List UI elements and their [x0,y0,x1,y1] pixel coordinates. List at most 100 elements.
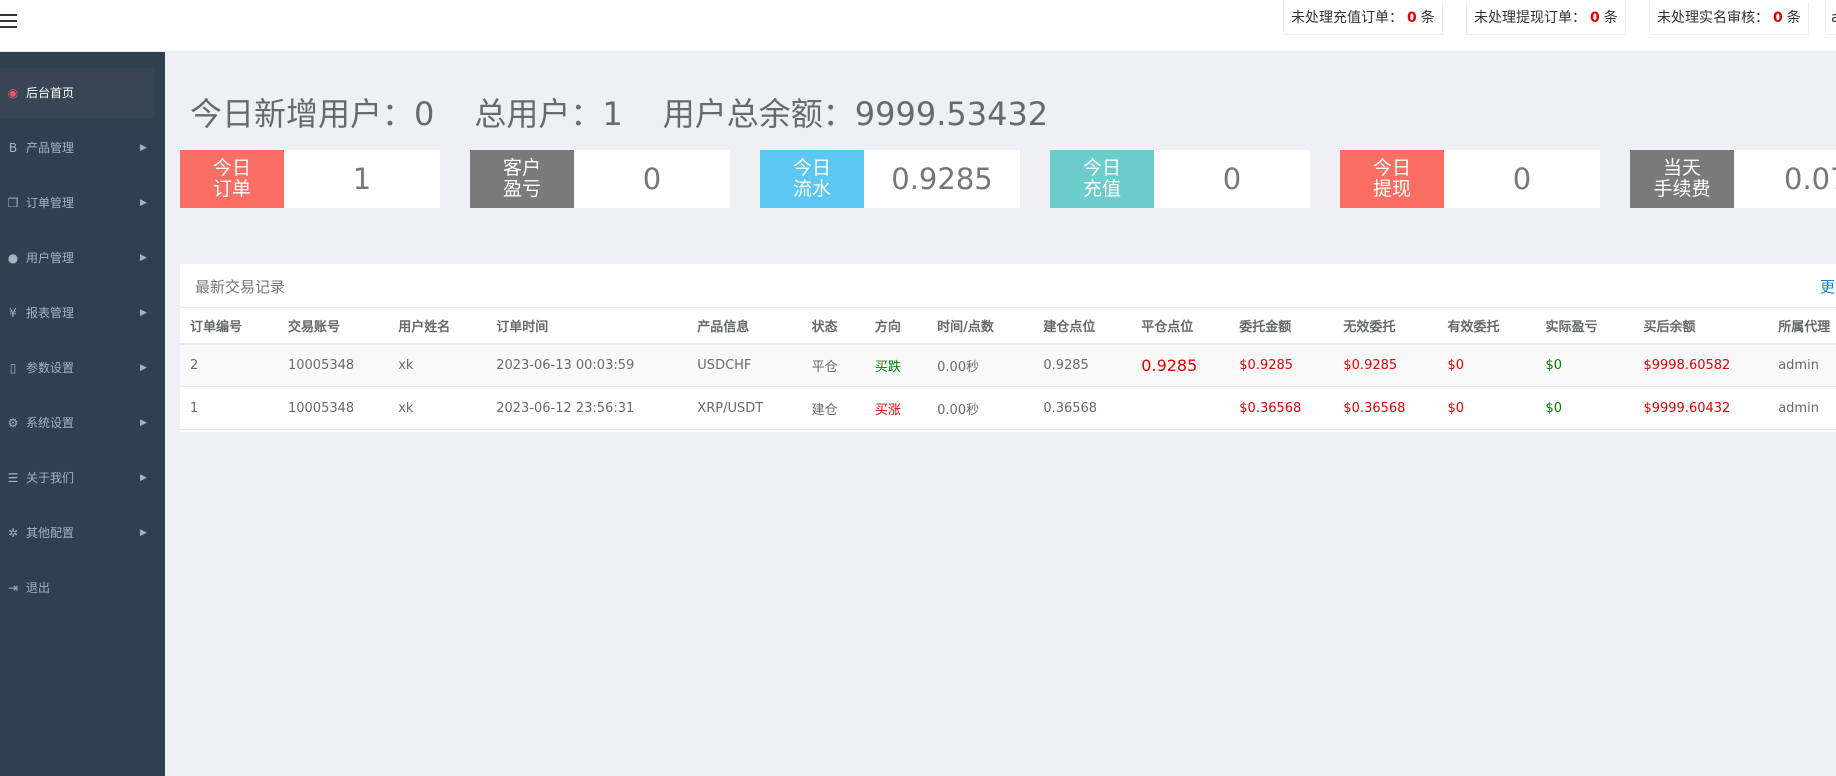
pending-verification-notice[interactable]: 未处理实名审核： 0 条 [1649,2,1809,35]
pending-recharge-notice[interactable]: 未处理充值订单： 0 条 [1283,2,1443,35]
user-summary: 今日新增用户：0 总用户：1 用户总余额：9999.53432 [190,92,1088,136]
new-users-today: 今日新增用户：0 [190,95,435,133]
order-time-cell: 2023-06-12 23:56:31 [486,386,688,430]
order-amount-cell: $0.36568 [1229,386,1334,430]
status-cell: 平仓 [801,343,865,387]
notice-unit: 条 [1603,10,1618,26]
sign-out-icon: ⇥ [7,581,19,595]
sidebar-item-products[interactable]: B 产品管理 ▶ [0,123,165,173]
sidebar-item-users[interactable]: ● 用户管理 ▶ [0,233,165,283]
product-cell: USDCHF [687,343,802,387]
sidebar-item-label: 关于我们 [26,471,75,485]
notice-label: 未处理实名审核： [1657,10,1769,26]
duration-cell: 0.00秒 [927,386,1034,430]
agent-cell: admin [1768,343,1836,387]
sidebar-item-label: 订单管理 [26,196,75,210]
stat-value: 0 [642,162,662,196]
column-header: 状态 [801,307,865,345]
copy-icon: ❐ [7,196,19,210]
column-header: 方向 [864,307,928,345]
order-id-cell: 2 [180,343,278,387]
status-cell: 建仓 [801,386,865,430]
caret-right-icon: ▶ [140,198,147,208]
stat-tag: 今日 充值 [1050,150,1154,208]
notice-label: 未处理提现订单： [1474,10,1586,26]
invalid-amount-cell: $0.9285 [1333,343,1438,387]
column-header: 交易账号 [277,307,389,345]
stat-card-today-fee: 当天手续费 0.07 [1630,150,1836,208]
stat-label: 当天 [1662,157,1701,179]
caret-right-icon: ▶ [140,528,147,538]
sidebar-item-parameters[interactable]: ▯ 参数设置 ▶ [0,343,165,393]
balance-after-cell: $9999.60432 [1633,386,1769,430]
column-header: 无效委托 [1333,307,1438,345]
table-row: 1 10005348 xk 2023-06-12 23:56:31 XRP/US… [180,386,1836,430]
column-header: 建仓点位 [1033,307,1132,345]
table-row: 2 10005348 xk 2023-06-13 00:03:59 USDCHF… [180,343,1836,387]
transactions-table: 订单编号 交易账号 用户姓名 订单时间 产品信息 状态 方向 时间/点数 建仓点… [180,307,1836,430]
stat-card-today-turnover: 今日 流水 0.9285 [760,150,1020,208]
order-time-cell: 2023-06-13 00:03:59 [486,343,688,387]
admin-user-menu[interactable]: a [1825,2,1836,35]
more-link[interactable]: 更 [1820,276,1835,297]
sidebar-item-label: 参数设置 [26,361,75,375]
pending-withdraw-notice[interactable]: 未处理提现订单： 0 条 [1466,2,1626,35]
admin-label: a [1831,10,1836,26]
notice-unit: 条 [1420,10,1435,26]
valid-amount-cell: $0 [1437,386,1536,430]
column-header: 产品信息 [687,307,802,345]
sidebar-item-label: 产品管理 [26,141,75,155]
stat-card-today-recharge: 今日 充值 0 [1050,150,1310,208]
direction-cell: 买涨 [864,386,928,430]
caret-right-icon: ▶ [140,418,147,428]
account-cell: 10005348 [277,343,389,387]
panel-title: 最新交易记录 [195,278,286,296]
sidebar-item-system[interactable]: ⚙ 系统设置 ▶ [0,398,165,448]
sidebar-item-label: 后台首页 [26,86,75,100]
profit-cell: $0 [1535,386,1634,430]
close-price-cell [1131,386,1230,430]
sidebar-item-logout[interactable]: ⇥ 退出 [0,563,165,613]
close-price-cell: 0.9285 [1131,343,1230,387]
cogs-icon: ⚙ [7,416,19,430]
file-icon: ▯ [9,361,17,375]
sidebar-item-reports[interactable]: ¥ 报表管理 ▶ [0,288,165,338]
username-cell: xk [388,343,487,387]
stat-card-today-orders: 今日 订单 1 [180,150,440,208]
sidebar-item-dashboard[interactable]: ◉ 后台首页 [0,68,155,118]
gear-icon: ✲ [7,526,19,540]
column-header: 时间/点数 [927,307,1034,345]
table-header-row: 订单编号 交易账号 用户姓名 订单时间 产品信息 状态 方向 时间/点数 建仓点… [180,307,1836,345]
column-header: 订单时间 [486,307,688,345]
column-header: 实际盈亏 [1535,307,1634,345]
sidebar-item-about[interactable]: ☰ 关于我们 ▶ [0,453,165,503]
sidebar-item-orders[interactable]: ❐ 订单管理 ▶ [0,178,165,228]
open-price-cell: 0.9285 [1033,343,1132,387]
stat-tag: 今日 流水 [760,150,864,208]
caret-right-icon: ▶ [140,473,147,483]
latest-transactions-panel: 最新交易记录 更 订单编号 交易账号 用户姓名 订单时间 产品信息 状态 方向 … [180,264,1836,432]
invalid-amount-cell: $0.36568 [1333,386,1438,430]
direction-cell: 买跌 [864,343,928,387]
stat-label: 客户 [502,157,541,179]
agent-cell: admin [1768,386,1836,430]
caret-right-icon: ▶ [140,253,147,263]
valid-amount-cell: $0 [1437,343,1536,387]
menu-toggle-icon[interactable] [0,14,18,30]
stat-tag: 今日 订单 [180,150,284,208]
stat-label: 盈亏 [502,178,541,200]
sidebar: ◉ 后台首页 B 产品管理 ▶ ❐ 订单管理 ▶ ● 用户管理 ▶ ¥ 报表管理… [0,52,165,776]
stat-tag: 今日 提现 [1340,150,1444,208]
username-cell: xk [388,386,487,430]
notice-unit: 条 [1786,10,1801,26]
column-header: 用户姓名 [388,307,487,345]
notice-count: 0 [1407,10,1417,26]
total-users: 总用户：1 [474,95,623,133]
column-header: 订单编号 [180,307,278,345]
caret-right-icon: ▶ [140,363,147,373]
account-cell: 10005348 [277,386,389,430]
duration-cell: 0.00秒 [927,343,1034,387]
bitcoin-icon: B [8,141,18,155]
stat-value: 1 [352,162,372,196]
sidebar-item-other-config[interactable]: ✲ 其他配置 ▶ [0,508,165,558]
